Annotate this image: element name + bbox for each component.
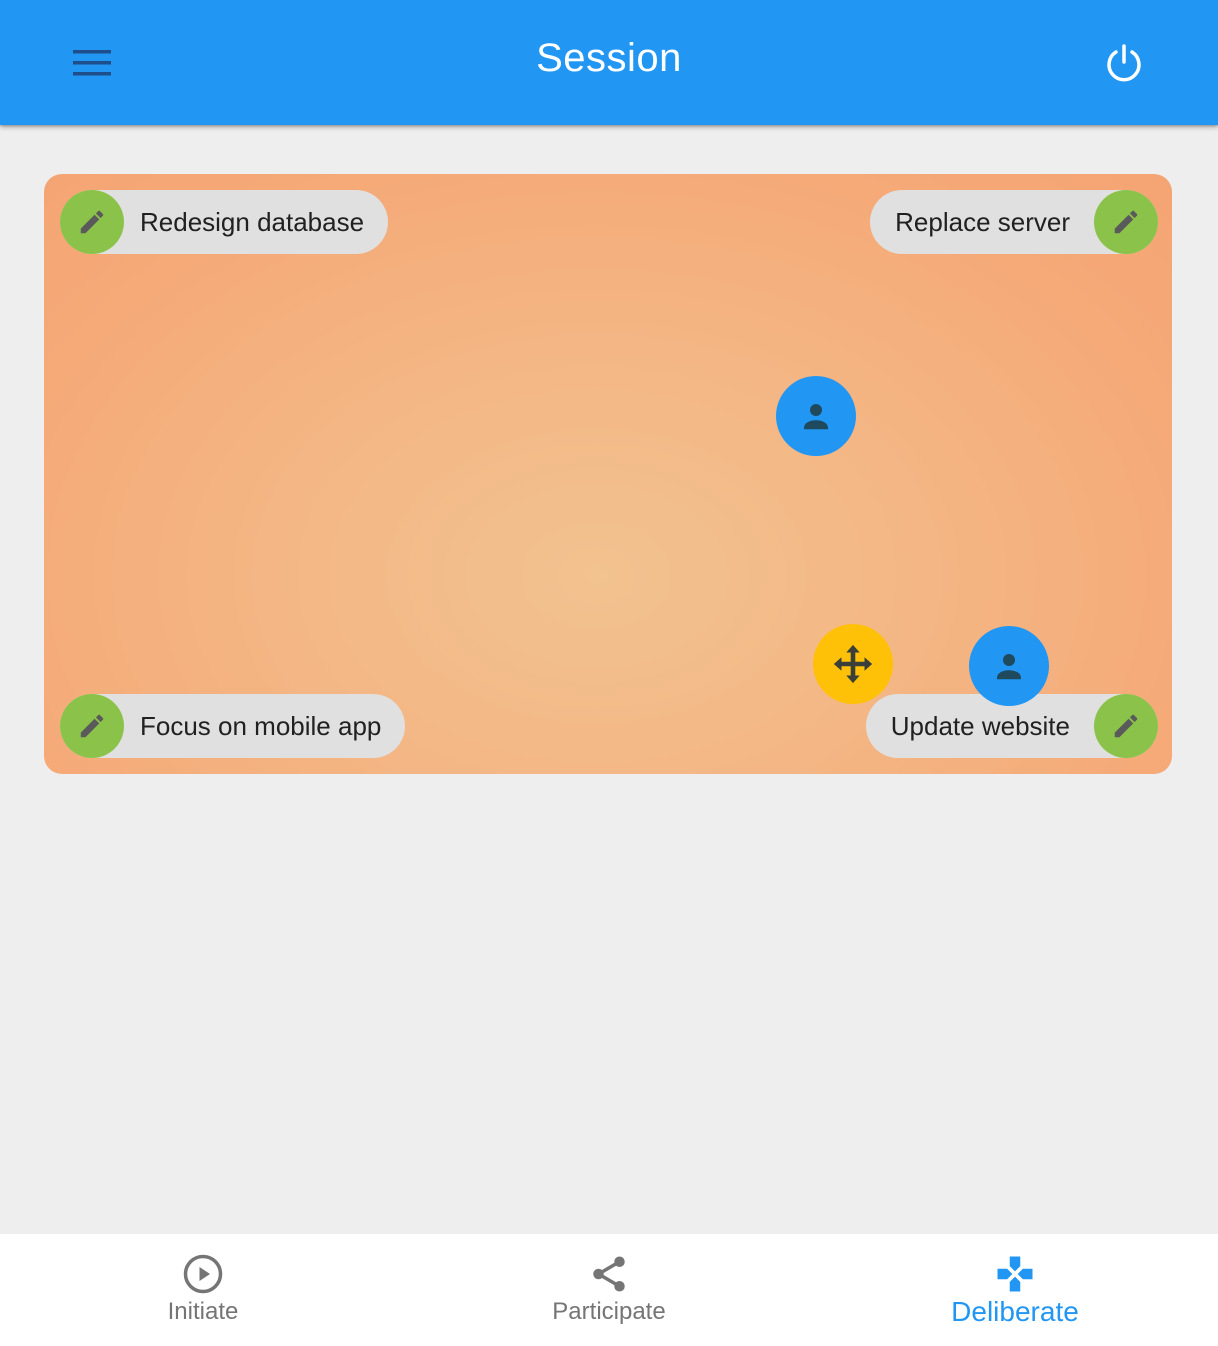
participant-avatar[interactable]: [776, 376, 856, 456]
nav-deliberate[interactable]: Deliberate: [812, 1234, 1218, 1346]
option-chip-focus-on-mobile-app[interactable]: Focus on mobile app: [60, 694, 406, 758]
nav-participate[interactable]: Participate: [406, 1234, 812, 1346]
power-icon: [1107, 44, 1141, 82]
deliberate-icon: [997, 1256, 1033, 1292]
bottom-navigation: Initiate Participate Deliberate: [0, 1234, 1218, 1346]
nav-initiate[interactable]: Initiate: [0, 1234, 406, 1346]
nav-label: Initiate: [167, 1298, 239, 1325]
person-icon: [997, 654, 1021, 680]
nav-label: Participate: [552, 1298, 666, 1325]
pencil-icon: [1114, 714, 1138, 738]
pencil-icon: [80, 714, 104, 738]
power-button[interactable]: [1096, 35, 1152, 91]
option-chip-redesign-database[interactable]: Redesign database: [60, 190, 389, 254]
pencil-icon: [1114, 210, 1138, 234]
move-arrows-icon: [833, 644, 873, 684]
edit-option-button[interactable]: [1094, 694, 1158, 758]
pencil-icon: [80, 210, 104, 234]
option-label: Update website: [890, 710, 1070, 741]
page-title: Session: [536, 36, 682, 80]
move-handle[interactable]: [813, 624, 893, 704]
edit-option-button[interactable]: [1094, 190, 1158, 254]
option-label: Focus on mobile app: [140, 710, 382, 741]
option-label: Replace server: [895, 206, 1070, 237]
option-chip-replace-server[interactable]: Replace server: [870, 190, 1158, 254]
play-circle-icon: [183, 1254, 223, 1294]
person-icon: [804, 404, 828, 430]
app-bar: Session: [0, 0, 1218, 125]
share-icon: [593, 1256, 625, 1292]
edit-option-button[interactable]: [60, 694, 124, 758]
participant-avatar[interactable]: [969, 626, 1049, 706]
nav-label: Deliberate: [951, 1296, 1079, 1327]
edit-option-button[interactable]: [60, 190, 124, 254]
deliberation-board[interactable]: Redesign database Replace server Focus o…: [44, 174, 1172, 774]
option-label: Redesign database: [140, 206, 365, 237]
